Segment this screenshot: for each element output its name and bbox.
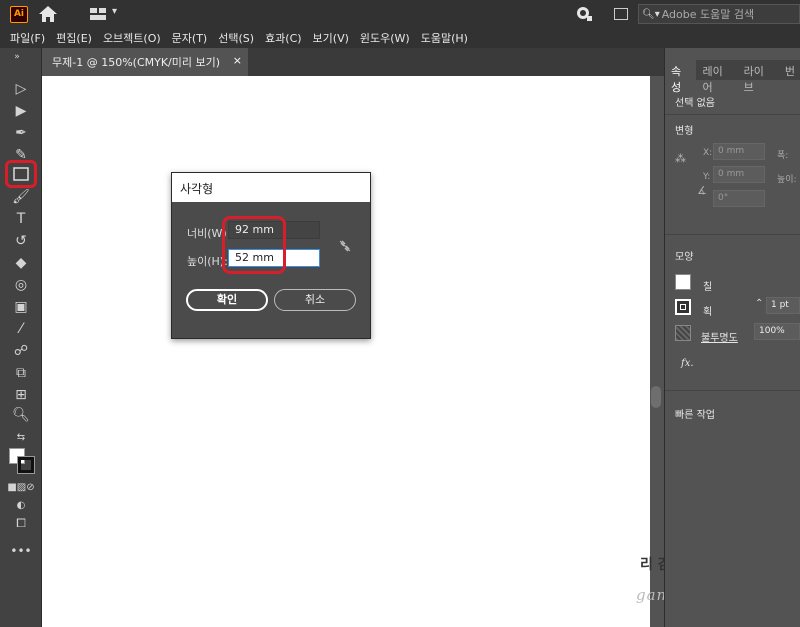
y-label: Y: bbox=[703, 172, 711, 182]
chevron-down-icon[interactable]: ▾ bbox=[112, 6, 117, 17]
panel-toggle-icon[interactable] bbox=[614, 8, 628, 20]
opacity-label[interactable]: 불투명도 bbox=[701, 329, 738, 344]
menu-object[interactable]: 오브젝트(O) bbox=[103, 30, 161, 46]
pen-tool-icon[interactable]: ✒ bbox=[10, 124, 32, 142]
document-tab-title: 무제-1 @ 150%(CMYK/미리 보기) bbox=[52, 56, 221, 69]
stroke-color-swatch[interactable] bbox=[17, 456, 35, 474]
opacity-icon[interactable] bbox=[675, 325, 691, 341]
menu-window[interactable]: 윈도우(W) bbox=[360, 30, 410, 46]
document-tab[interactable]: 무제-1 @ 150%(CMYK/미리 보기) × bbox=[42, 48, 248, 76]
help-search-input[interactable]: 🔍︎▾ Adobe 도움말 검색 bbox=[638, 4, 800, 24]
selection-status: 선택 없음 bbox=[675, 98, 715, 109]
zoom-tool-icon[interactable]: 🔍︎ bbox=[10, 406, 32, 424]
app-logo: Ai bbox=[10, 6, 28, 23]
close-icon[interactable]: × bbox=[233, 54, 242, 67]
stroke-label: 획 bbox=[703, 307, 713, 318]
opacity-input[interactable]: 100% bbox=[754, 323, 800, 340]
artboard-canvas[interactable] bbox=[42, 76, 650, 627]
eyedropper-tool-icon[interactable]: ⁄ bbox=[10, 320, 32, 338]
reference-point-icon[interactable]: ⁂ bbox=[675, 152, 693, 170]
y-input[interactable]: 0 mm bbox=[713, 166, 765, 183]
tab-more[interactable]: 번 bbox=[779, 60, 800, 80]
collapse-icon[interactable]: » bbox=[6, 52, 28, 62]
tab-properties[interactable]: 속성 bbox=[665, 60, 697, 94]
cloud-sync-icon[interactable] bbox=[575, 6, 593, 22]
color-mode-icon[interactable]: ■▨⊘ bbox=[7, 478, 34, 496]
fill-swatch[interactable] bbox=[675, 274, 691, 290]
x-input[interactable]: 0 mm bbox=[713, 143, 765, 160]
puppet-warp-tool-icon[interactable]: ☍ bbox=[10, 342, 32, 360]
type-tool-icon[interactable]: T bbox=[10, 210, 32, 228]
menu-effect[interactable]: 효과(C) bbox=[265, 30, 302, 46]
panel-divider bbox=[665, 234, 800, 235]
vertical-scrollbar[interactable] bbox=[650, 76, 664, 627]
x-label: X: bbox=[703, 148, 713, 158]
swap-colors-icon[interactable]: ⇆ bbox=[10, 428, 32, 446]
menu-type[interactable]: 문자(T) bbox=[172, 30, 208, 46]
rotate-tool-icon[interactable]: ↺ bbox=[10, 232, 32, 250]
stroke-stepper-icon[interactable]: ⌃ bbox=[755, 298, 763, 309]
screen-mode-icon[interactable]: ⧠ bbox=[10, 514, 32, 532]
width-label: 폭: bbox=[777, 151, 789, 161]
angle-select[interactable]: 0° bbox=[713, 190, 765, 207]
constrain-proportions-icon[interactable] bbox=[338, 239, 352, 253]
eraser-tool-icon[interactable]: ◆ bbox=[10, 254, 32, 272]
menu-bar: 파일(F) 편집(E) 오브젝트(O) 문자(T) 선택(S) 효과(C) 보기… bbox=[0, 28, 800, 48]
rectangle-tool-icon[interactable] bbox=[10, 165, 32, 183]
stroke-swatch[interactable] bbox=[675, 299, 691, 315]
fill-label: 칠 bbox=[703, 282, 713, 293]
shape-builder-tool-icon[interactable]: ⧉ bbox=[10, 364, 32, 382]
search-placeholder: Adobe 도움말 검색 bbox=[661, 8, 755, 21]
size-fields-highlight bbox=[222, 216, 286, 274]
selection-tool-icon[interactable]: ▷ bbox=[10, 80, 32, 98]
menu-view[interactable]: 보기(V) bbox=[313, 30, 349, 46]
panel-divider bbox=[665, 114, 800, 115]
cancel-button[interactable]: 취소 bbox=[274, 289, 356, 311]
rectangle-dialog: 사각형 너비(W): 92 mm 높이(H): 52 mm 확인 취소 bbox=[171, 172, 371, 339]
lasso-tool-icon[interactable]: ◎ bbox=[10, 276, 32, 294]
ok-button[interactable]: 확인 bbox=[186, 289, 268, 311]
app-bar: Ai ▾ 🔍︎▾ Adobe 도움말 검색 bbox=[0, 0, 800, 28]
transform-title: 변형 bbox=[675, 126, 694, 137]
tools-panel: » ▷ ▶ ✒ ✎ 🖌︎ T ↺ ◆ ◎ ▣ ⁄ ☍ ⧉ ⊞ 🔍︎ ⇆ ■▨⊘ … bbox=[0, 48, 42, 627]
tab-layers[interactable]: 레이어 bbox=[696, 60, 737, 94]
workspace-layout-icon[interactable] bbox=[90, 8, 106, 20]
height-label: 높이: bbox=[777, 175, 797, 185]
menu-edit[interactable]: 편집(E) bbox=[56, 30, 92, 46]
artboard-tool-icon[interactable]: ⊞ bbox=[10, 386, 32, 404]
appearance-title: 모양 bbox=[675, 252, 694, 263]
menu-file[interactable]: 파일(F) bbox=[10, 30, 45, 46]
gradient-tool-icon[interactable]: ▣ bbox=[10, 298, 32, 316]
document-tab-bar: 무제-1 @ 150%(CMYK/미리 보기) × bbox=[42, 48, 664, 76]
paintbrush-tool-icon[interactable]: 🖌︎ bbox=[10, 188, 32, 206]
menu-select[interactable]: 선택(S) bbox=[218, 30, 254, 46]
tab-libraries[interactable]: 라이브 bbox=[738, 60, 779, 94]
quick-actions-title: 빠른 작업 bbox=[675, 410, 715, 421]
angle-icon: ∡ bbox=[697, 184, 707, 197]
dialog-title: 사각형 bbox=[172, 173, 370, 202]
panel-divider bbox=[665, 390, 800, 391]
home-icon[interactable] bbox=[38, 5, 58, 23]
draw-mode-icon[interactable]: ◐ bbox=[10, 496, 32, 514]
fx-icon[interactable]: fx. bbox=[681, 358, 694, 369]
menu-help[interactable]: 도움말(H) bbox=[421, 30, 468, 46]
panel-tabs: 속성 레이어 라이브 번 bbox=[665, 60, 800, 94]
search-icon: 🔍︎▾ bbox=[642, 8, 660, 20]
more-tools-icon[interactable]: ••• bbox=[10, 542, 32, 560]
stroke-weight-input[interactable]: 1 pt bbox=[766, 297, 800, 314]
scrollbar-thumb[interactable] bbox=[651, 386, 661, 408]
direct-selection-tool-icon[interactable]: ▶ bbox=[10, 102, 32, 120]
properties-panel: 속성 레이어 라이브 번 선택 없음 변형 ⁂ X: 0 mm 폭: Y: 0 … bbox=[664, 48, 800, 627]
